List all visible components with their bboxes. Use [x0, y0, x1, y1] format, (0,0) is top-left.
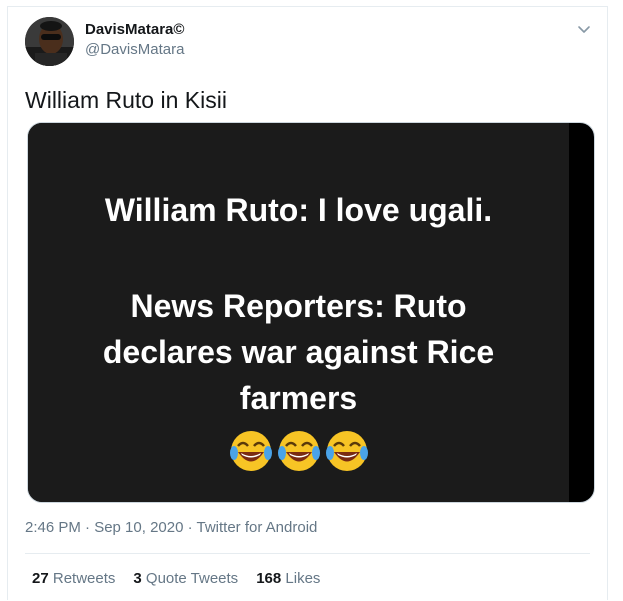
retweets-count: 27	[32, 570, 49, 587]
image-text-line-4: farmers	[239, 380, 358, 416]
chevron-down-icon[interactable]	[575, 21, 593, 39]
tweet-stats: 27 Retweets 3 Quote Tweets 168 Likes	[32, 570, 320, 587]
avatar[interactable]	[25, 17, 74, 66]
quote-tweets-stat[interactable]: 3 Quote Tweets	[133, 570, 238, 587]
user-handle[interactable]: @DavisMatara	[85, 41, 184, 58]
image-text-line-1: William Ruto: I love ugali.	[104, 192, 493, 228]
face-with-tears-of-joy-icon	[277, 431, 320, 471]
image-text-line-2: News Reporters: Ruto	[130, 288, 467, 324]
likes-count: 168	[256, 570, 282, 587]
image-text-line-3: declares war against Rice	[102, 334, 495, 370]
divider	[25, 553, 590, 554]
tweet-timestamp[interactable]: 2:46 PM · Sep 10, 2020 · Twitter for And…	[25, 519, 317, 536]
retweets-label: Retweets	[52, 570, 116, 587]
display-name[interactable]: DavisMatara©	[85, 21, 184, 38]
emoji-row	[28, 429, 569, 473]
likes-stat[interactable]: 168 Likes	[256, 570, 320, 587]
face-with-tears-of-joy-icon	[229, 431, 272, 471]
retweets-stat[interactable]: 27 Retweets	[32, 570, 115, 587]
image-meme-panel: William Ruto: I love ugali. News Reporte…	[28, 123, 569, 502]
tweet-text: William Ruto in Kisii	[25, 87, 227, 113]
quote-tweets-label: Quote Tweets	[145, 570, 239, 587]
likes-label: Likes	[285, 570, 321, 587]
tweet-card: DavisMatara© @DavisMatara William Ruto i…	[7, 6, 608, 600]
quote-tweets-count: 3	[133, 570, 142, 587]
face-with-tears-of-joy-icon	[325, 431, 368, 471]
tweet-image[interactable]: William Ruto: I love ugali. News Reporte…	[27, 122, 595, 503]
